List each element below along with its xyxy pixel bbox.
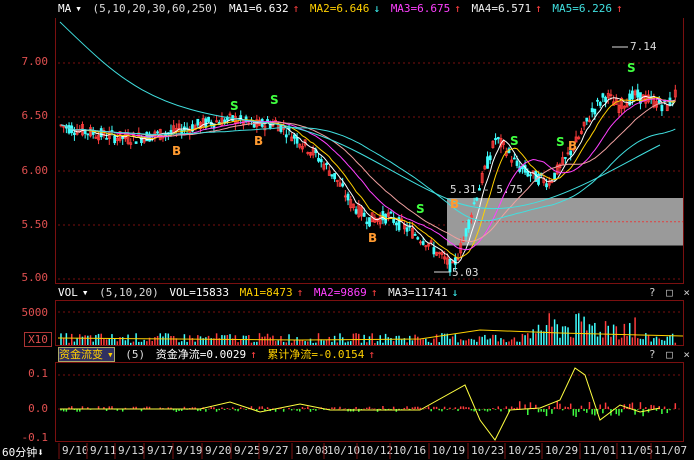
candle-body — [453, 257, 457, 265]
candle-body — [354, 209, 358, 214]
candle-body — [590, 108, 594, 113]
candle-body — [362, 212, 366, 217]
candle-body — [526, 170, 530, 177]
sell-signal-marker: S — [510, 134, 519, 148]
sell-signal-marker: S — [230, 99, 239, 113]
candle-body — [451, 261, 455, 264]
buy-signal-marker: B — [450, 197, 459, 211]
candle-body — [325, 163, 328, 166]
candle-body — [346, 193, 350, 201]
candle-body — [295, 136, 299, 144]
candle-body — [284, 134, 288, 138]
candle-body — [405, 227, 409, 232]
candle-body — [486, 156, 489, 169]
candle-body — [105, 137, 109, 140]
candle-body — [169, 129, 173, 133]
candle-body — [134, 141, 138, 144]
candle-body — [330, 174, 334, 177]
candle-body — [545, 183, 548, 188]
candle-body — [333, 173, 337, 180]
candle-body — [413, 233, 417, 236]
candle-body — [113, 135, 117, 144]
candle-body — [593, 108, 597, 115]
candle-body — [488, 155, 492, 161]
candle-body — [660, 105, 664, 112]
candle-body — [207, 116, 210, 122]
buy-signal-marker: B — [368, 231, 377, 245]
candle-body — [496, 137, 500, 140]
candle-body — [475, 197, 479, 201]
candle-body — [91, 131, 95, 135]
buy-signal-marker: B — [568, 139, 577, 153]
sell-signal-marker: S — [270, 93, 279, 107]
sell-signal-marker: S — [627, 61, 636, 75]
candle-body — [512, 157, 516, 160]
candle-body — [529, 174, 532, 177]
candle-body — [317, 157, 320, 162]
candle-body — [394, 222, 398, 226]
candle-body — [67, 125, 71, 134]
candle-body — [563, 157, 567, 159]
candle-body — [368, 217, 371, 227]
candle-body — [494, 138, 497, 141]
sell-signal-marker: S — [556, 135, 565, 149]
candle-body — [204, 118, 208, 128]
candle-body — [630, 90, 634, 100]
candle-body — [515, 160, 519, 166]
buy-signal-marker: B — [254, 134, 263, 148]
candle-body — [389, 211, 393, 214]
candle-body — [596, 99, 599, 102]
chart-canvas: BBBBBS SSSSS — [57, 21, 684, 459]
candle-body — [467, 219, 471, 230]
candle-body — [156, 131, 159, 134]
candle-body — [448, 258, 452, 273]
candle-body — [140, 136, 143, 144]
candle-body — [478, 188, 481, 191]
candle-body — [365, 221, 369, 225]
candle-body — [252, 123, 256, 128]
candle-body — [319, 159, 323, 163]
candle-body — [604, 96, 607, 103]
candle-body — [421, 241, 425, 245]
candle-body — [196, 118, 200, 126]
candle-body — [598, 102, 602, 106]
candle-body — [341, 183, 345, 187]
candle-body — [86, 133, 90, 136]
candle-body — [585, 117, 589, 122]
candle-body — [553, 172, 556, 180]
candle-body — [636, 89, 640, 98]
candle-body — [601, 93, 605, 98]
buy-signal-marker: B — [172, 144, 181, 158]
candle-body — [472, 202, 476, 205]
candle-body — [292, 134, 296, 139]
ma250-line — [59, 21, 661, 210]
candle-body — [416, 237, 420, 240]
sell-signal-marker: S — [416, 202, 425, 216]
candle-body — [83, 130, 87, 134]
candle-body — [432, 247, 436, 255]
candle-body — [464, 228, 468, 237]
candle-body — [521, 166, 524, 170]
candle-body — [73, 132, 76, 136]
